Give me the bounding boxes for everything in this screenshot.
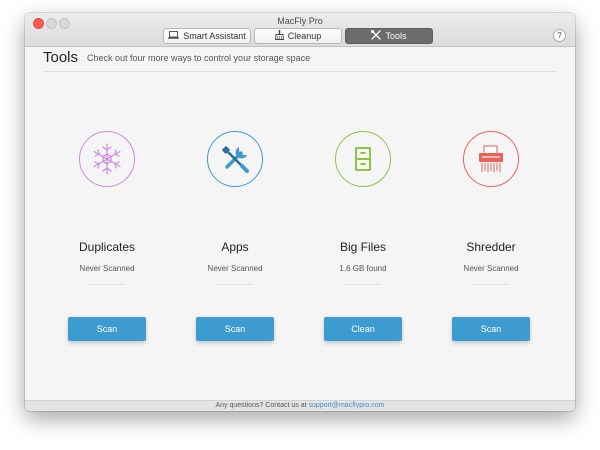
help-button[interactable]: ? [553, 29, 566, 42]
tool-name: Duplicates [78, 240, 136, 254]
support-email-link[interactable]: support@macflypro.com [309, 402, 385, 409]
tool-status: Never Scanned [207, 264, 263, 273]
tab-label: Cleanup [287, 31, 322, 41]
tool-divider [473, 284, 509, 285]
tool-name: Apps [221, 240, 249, 254]
snowflake-icon [79, 131, 135, 187]
title-bar: MacFly Pro Smart Assistant Cleanup Tools [25, 13, 575, 47]
wrench-screwdriver-icon [207, 131, 263, 187]
tab-label: Tools [385, 31, 407, 41]
tab-cleanup[interactable]: Cleanup [254, 28, 342, 44]
tool-divider [217, 284, 253, 285]
tool-status: Never Scanned [463, 264, 519, 273]
broom-icon [274, 30, 284, 42]
tool-apps: Apps Never Scanned Scan [180, 131, 290, 341]
footer-text: Any questions? Contact us at [215, 402, 307, 409]
apps-scan-button[interactable]: Scan [196, 317, 274, 341]
tools-icon [371, 29, 382, 42]
shredder-scan-button[interactable]: Scan [452, 317, 530, 341]
page-subtitle: Check out four more ways to control your… [87, 53, 311, 63]
tool-status: Never Scanned [79, 264, 135, 273]
tool-duplicates: Duplicates Never Scanned Scan [52, 131, 162, 341]
tool-big-files: Big Files 1.6 GB found Clean [308, 131, 418, 341]
file-cabinet-icon [335, 131, 391, 187]
tab-label: Smart Assistant [183, 31, 246, 41]
app-window: MacFly Pro Smart Assistant Cleanup Tools [25, 13, 575, 411]
footer-bar: Any questions? Contact us at support@mac… [25, 400, 575, 411]
laptop-icon [168, 31, 180, 41]
tab-smart-assistant[interactable]: Smart Assistant [163, 28, 251, 44]
tool-shredder: Shredder Never Scanned Scan [436, 131, 546, 341]
window-title: MacFly Pro [277, 16, 323, 26]
tool-status: 1.6 GB found [339, 264, 387, 273]
duplicates-scan-button[interactable]: Scan [68, 317, 146, 341]
tab-tools[interactable]: Tools [345, 28, 433, 44]
shredder-icon [463, 131, 519, 187]
header-divider [43, 71, 556, 72]
big-files-clean-button[interactable]: Clean [324, 317, 402, 341]
tool-name: Big Files [339, 240, 386, 254]
tool-divider [345, 284, 381, 285]
tool-divider [89, 284, 125, 285]
page-title: Tools [43, 49, 79, 66]
tool-name: Shredder [466, 240, 516, 254]
tab-bar: Smart Assistant Cleanup Tools [163, 28, 436, 44]
